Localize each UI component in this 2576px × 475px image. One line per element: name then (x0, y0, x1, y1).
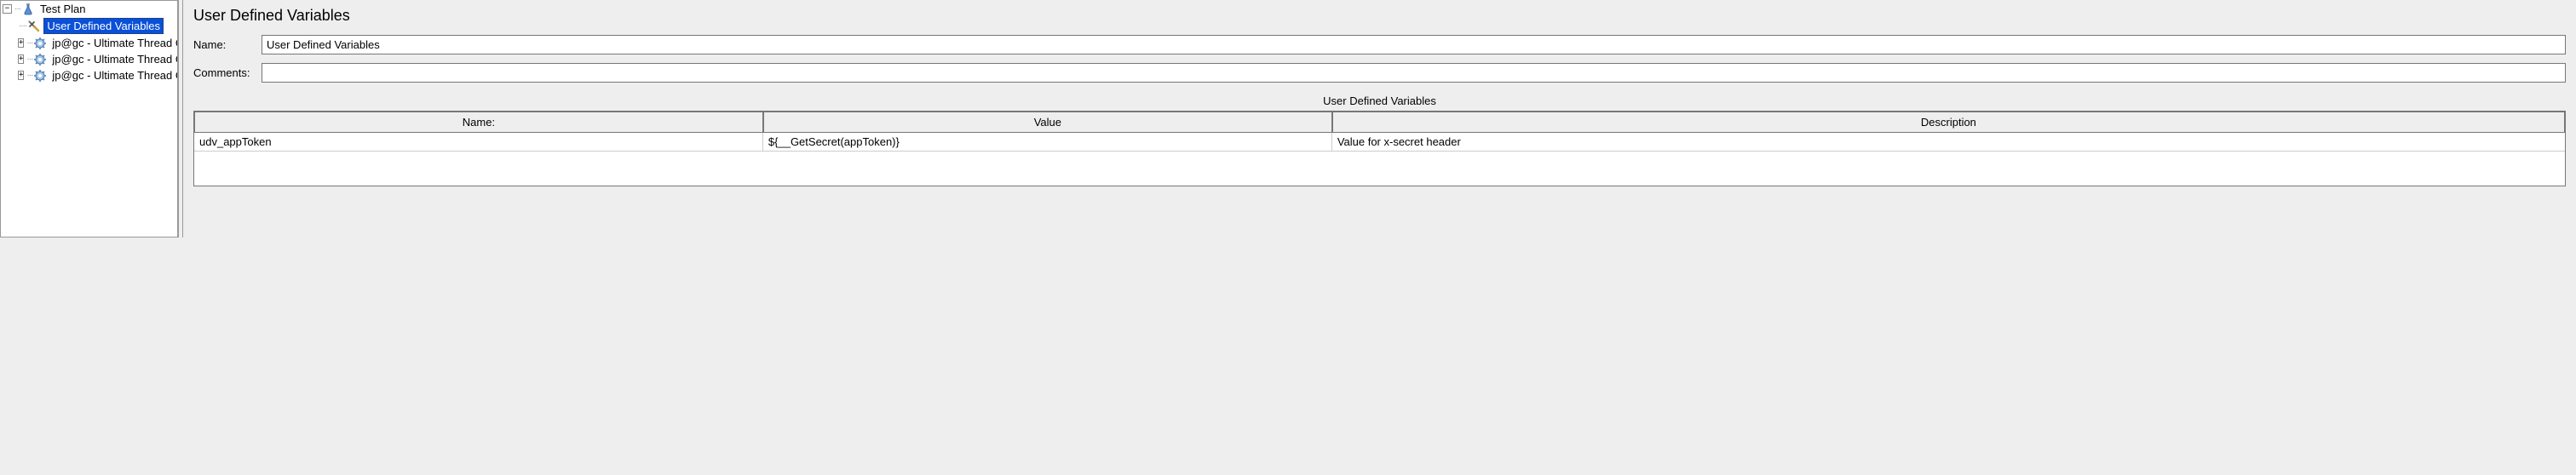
cell-description[interactable]: Value for x-secret header (1332, 133, 2565, 152)
comments-input[interactable] (262, 63, 2566, 83)
tree-connector: ··· (26, 38, 32, 48)
tree-label: User Defined Variables (43, 18, 164, 34)
tree-connector: ··· (26, 71, 32, 80)
tree-node-test-plan[interactable]: − ··· Test Plan (1, 1, 177, 17)
table-title: User Defined Variables (193, 94, 2566, 107)
column-header-description[interactable]: Description (1332, 112, 2565, 133)
tree-node-thread-group-1[interactable]: + ··· jp@gc - Ultimate Thread Group (1, 35, 177, 51)
tree-connector: ···· (19, 21, 26, 31)
expand-icon[interactable]: + (18, 38, 24, 48)
tree-connector: ··· (26, 54, 32, 64)
name-row: Name: (193, 35, 2566, 54)
comments-label: Comments: (193, 66, 262, 79)
tree-node-thread-group-2[interactable]: + ··· jp@gc - Ultimate Thread Group (1, 51, 177, 67)
tools-icon (27, 20, 41, 33)
flask-icon (21, 3, 35, 16)
variables-table[interactable]: Name: Value Description udv_appToken ${_… (193, 111, 2566, 186)
tree-node-thread-group-3[interactable]: + ··· jp@gc - Ultimate Thread Group (1, 67, 177, 83)
comments-row: Comments: (193, 63, 2566, 83)
cell-name[interactable]: udv_appToken (194, 133, 763, 152)
gear-icon (33, 69, 47, 83)
tree-panel[interactable]: − ··· Test Plan ···· User Defined Variab… (0, 0, 178, 238)
main-panel: User Defined Variables Name: Comments: U… (183, 0, 2576, 238)
gear-icon (33, 37, 47, 50)
column-header-value[interactable]: Value (763, 112, 1332, 133)
table-empty (194, 152, 2565, 186)
collapse-icon[interactable]: − (3, 4, 12, 14)
tree-label: jp@gc - Ultimate Thread Group (49, 36, 178, 50)
tree-connector: ··· (14, 4, 20, 14)
tree-label: Test Plan (37, 2, 88, 16)
column-header-name[interactable]: Name: (194, 112, 763, 133)
expand-icon[interactable]: + (18, 54, 24, 64)
cell-value[interactable]: ${__GetSecret(appToken)} (763, 133, 1332, 152)
tree-node-udv[interactable]: ···· User Defined Variables (1, 17, 177, 35)
name-input[interactable] (262, 35, 2566, 54)
gear-icon (33, 53, 47, 66)
tree-label: jp@gc - Ultimate Thread Group (49, 68, 178, 83)
page-title: User Defined Variables (193, 7, 2566, 25)
table-row[interactable]: udv_appToken ${__GetSecret(appToken)} Va… (194, 133, 2565, 152)
expand-icon[interactable]: + (18, 71, 24, 80)
tree-label: jp@gc - Ultimate Thread Group (49, 52, 178, 66)
name-label: Name: (193, 38, 262, 51)
